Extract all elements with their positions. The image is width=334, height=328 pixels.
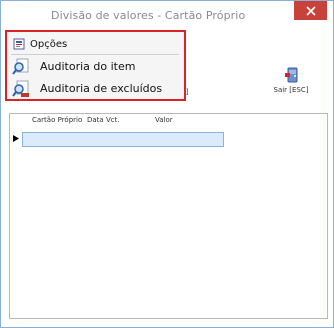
row-pointer-icon <box>13 135 19 142</box>
close-icon <box>305 5 316 16</box>
menu-header[interactable]: Opções <box>9 35 184 53</box>
column-header-data-vct[interactable]: Data Vct. <box>87 116 120 124</box>
title-bar[interactable]: Divisão de valores - Cartão Próprio <box>1 1 333 31</box>
grid-header: Cartão Próprio Data Vct. Valor <box>10 114 327 128</box>
options-menu: Opções Auditoria do item Auditoria de ex… <box>5 30 186 101</box>
exit-button-label: Sair [ESC] <box>273 86 309 94</box>
menu-separator <box>11 54 179 55</box>
new-row[interactable] <box>22 132 224 147</box>
exit-icon <box>285 67 298 83</box>
exit-button[interactable]: Sair [ESC] <box>261 63 321 103</box>
column-header-cartao[interactable]: Cartão Próprio <box>32 116 82 124</box>
menu-item-label: Auditoria de excluídos <box>40 82 163 95</box>
values-grid[interactable]: Cartão Próprio Data Vct. Valor <box>9 113 328 319</box>
close-button[interactable] <box>294 1 327 20</box>
menu-item-label: Auditoria do item <box>40 60 136 73</box>
window-title: Divisão de valores - Cartão Próprio <box>51 9 246 22</box>
options-icon <box>13 38 25 50</box>
menu-item-auditoria-excluidos[interactable]: Auditoria de excluídos <box>9 78 184 99</box>
menu-item-auditoria-item[interactable]: Auditoria do item <box>9 56 184 77</box>
column-header-valor[interactable]: Valor <box>155 116 173 124</box>
magnifier-deleted-icon <box>12 80 29 97</box>
magnifier-icon <box>12 58 29 75</box>
menu-header-label: Opções <box>30 38 68 50</box>
